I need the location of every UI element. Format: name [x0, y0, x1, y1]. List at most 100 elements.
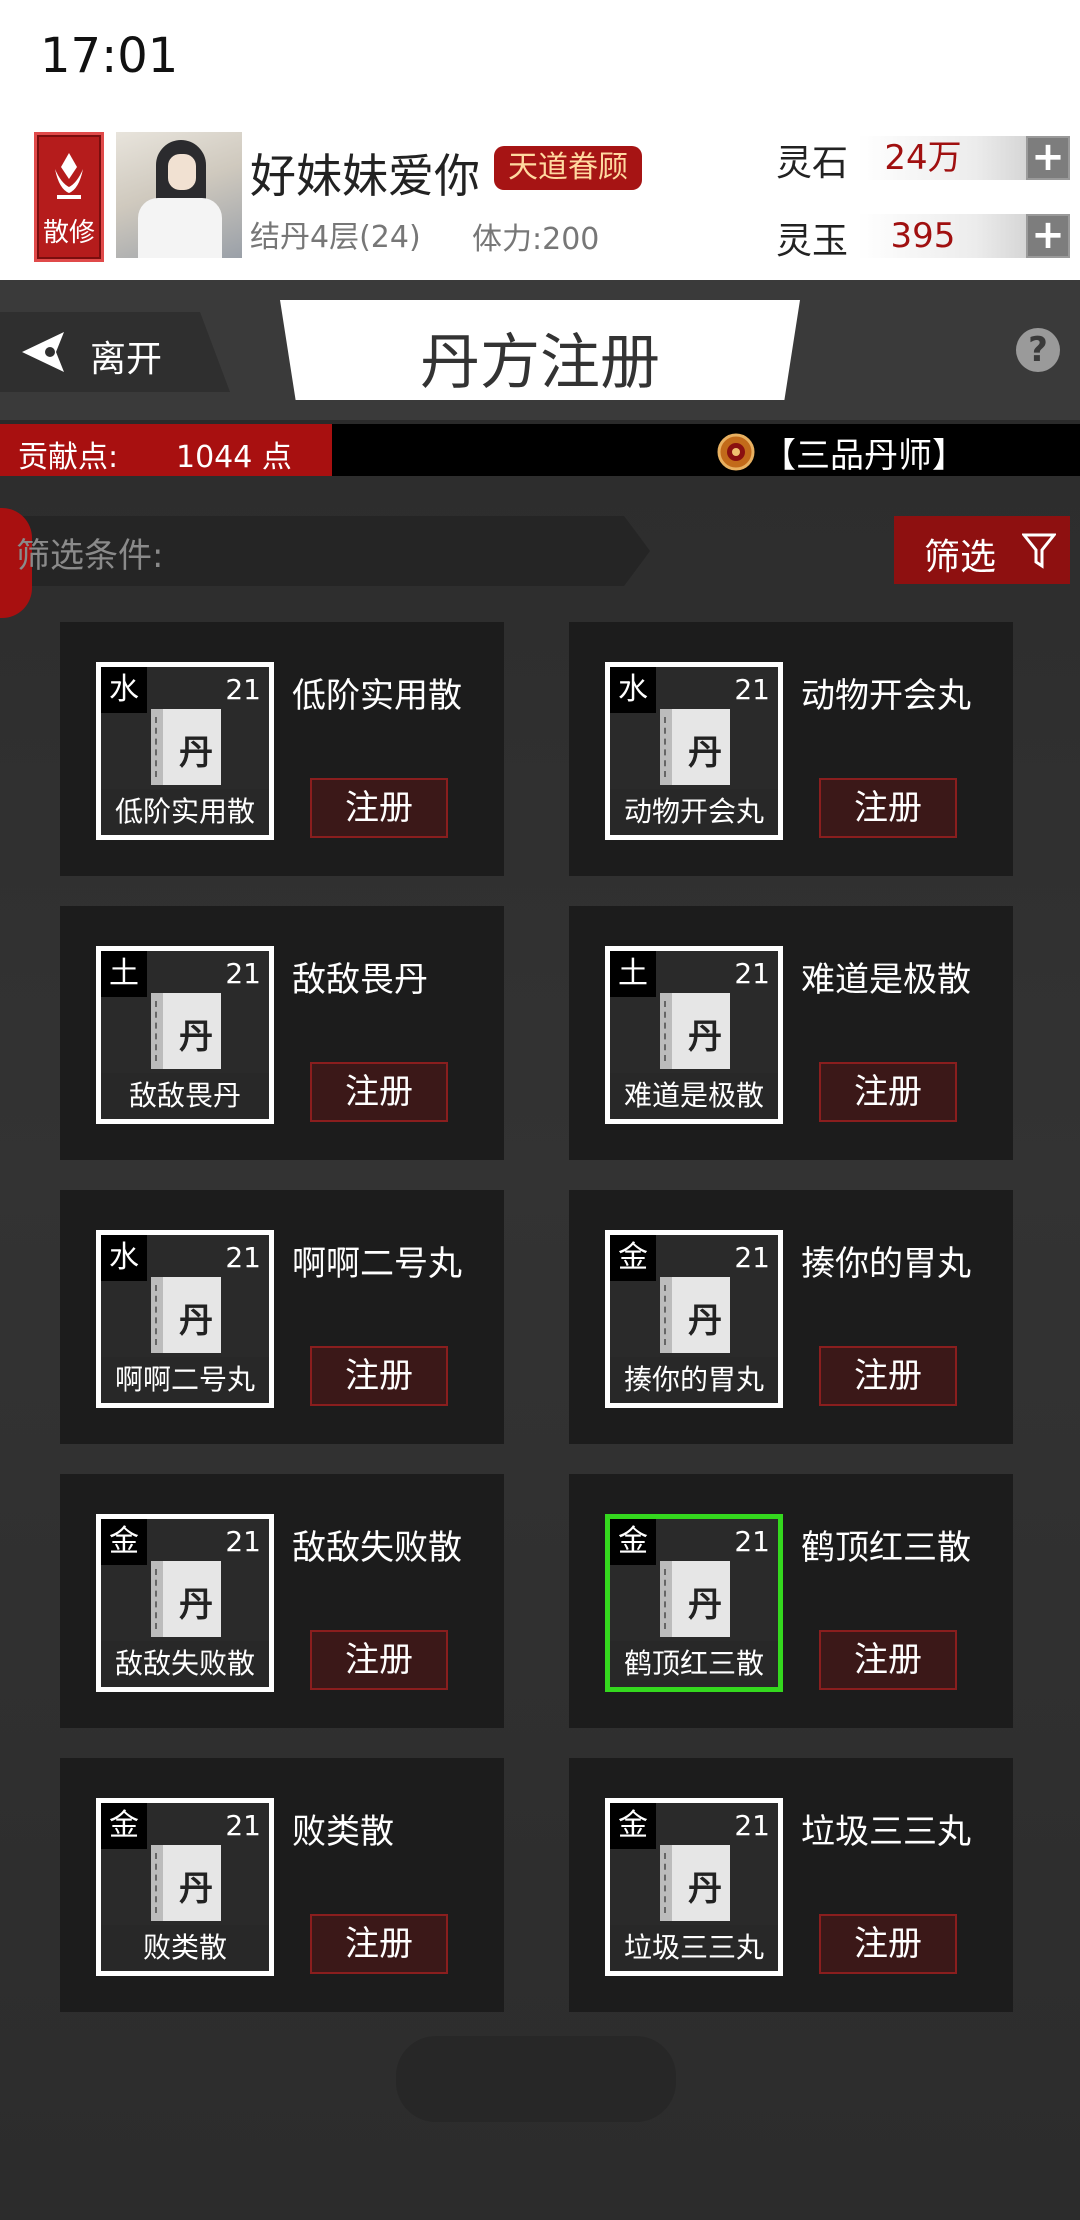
player-header: 散修 好妹妹爱你 天道眷顾 结丹4层(24) 体力:200 灵石 24万 + 灵…: [0, 120, 1080, 280]
recipe-level: 21: [225, 1809, 261, 1842]
element-tag: 金: [101, 1519, 147, 1565]
recipe-icon[interactable]: 水 21 丹低阶实用散: [96, 662, 274, 840]
register-button[interactable]: 注册: [819, 1062, 957, 1122]
realm-level: 结丹4层(24): [250, 220, 421, 255]
player-name: 好妹妹爱你: [250, 149, 480, 203]
register-button[interactable]: 注册: [310, 1630, 448, 1690]
register-button[interactable]: 注册: [819, 778, 957, 838]
spirit-jade-value: 395: [890, 216, 956, 256]
recipe-icon-caption: 难道是极散: [610, 1073, 778, 1119]
element-tag: 水: [101, 1235, 147, 1281]
register-button[interactable]: 注册: [310, 1346, 448, 1406]
rank-medal-icon: [717, 433, 755, 471]
recipe-icon[interactable]: 金 21 丹敌敌失败散: [96, 1514, 274, 1692]
recipe-level: 21: [734, 957, 770, 990]
recipe-icon[interactable]: 土 21 丹敌敌畏丹: [96, 946, 274, 1124]
spirit-jade-value-box: 395: [858, 214, 1026, 258]
register-button[interactable]: 注册: [819, 1630, 957, 1690]
recipe-scroll-icon: 丹: [660, 1277, 730, 1353]
recipe-name: 败类散: [292, 1812, 394, 1852]
recipe-card: 金 21 丹敌敌失败散 敌敌失败散 注册: [60, 1474, 504, 1728]
title-badge: 天道眷顾: [494, 146, 642, 190]
recipe-icon-caption: 揍你的胃丸: [610, 1357, 778, 1403]
recipe-name: 动物开会丸: [801, 676, 971, 716]
recipe-level: 21: [734, 1525, 770, 1558]
recipe-scroll-icon: 丹: [151, 1277, 221, 1353]
contribution-value: 1044 点: [176, 440, 292, 475]
register-button[interactable]: 注册: [819, 1346, 957, 1406]
recipe-icon[interactable]: 金 21 丹败类散: [96, 1798, 274, 1976]
add-spirit-jade-button[interactable]: +: [1026, 214, 1070, 258]
recipe-scroll-icon: 丹: [151, 993, 221, 1069]
contribution-label: 贡献点:: [18, 440, 119, 475]
element-tag: 金: [101, 1803, 147, 1849]
recipe-icon[interactable]: 水 21 丹啊啊二号丸: [96, 1230, 274, 1408]
element-tag: 土: [101, 951, 147, 997]
recipe-card: 水 21 丹动物开会丸 动物开会丸 注册: [569, 622, 1013, 876]
filter-button[interactable]: 筛选: [894, 516, 1070, 584]
add-spirit-stone-button[interactable]: +: [1026, 136, 1070, 180]
sect-badge[interactable]: 散修: [34, 132, 104, 262]
recipe-card: 土 21 丹敌敌畏丹 敌敌畏丹 注册: [60, 906, 504, 1160]
recipe-card: 土 21 丹难道是极散 难道是极散 注册: [569, 906, 1013, 1160]
recipe-card: 金 21 丹揍你的胃丸 揍你的胃丸 注册: [569, 1190, 1013, 1444]
leave-label: 离开: [90, 339, 163, 380]
scroll-char: 丹: [688, 733, 722, 773]
lotus-emblem-icon: [55, 153, 83, 199]
recipe-card: 水 21 丹低阶实用散 低阶实用散 注册: [60, 622, 504, 876]
spirit-stone-value-box: 24万: [858, 136, 1026, 180]
recipe-name: 敌敌畏丹: [292, 960, 428, 1000]
recipe-name: 低阶实用散: [292, 676, 462, 716]
element-tag: 金: [610, 1519, 656, 1565]
funnel-icon: [1022, 533, 1056, 569]
register-button[interactable]: 注册: [310, 778, 448, 838]
recipe-icon[interactable]: 土 21 丹难道是极散: [605, 946, 783, 1124]
scroll-char: 丹: [179, 1869, 213, 1909]
recipe-scroll-icon: 丹: [660, 1845, 730, 1921]
back-arrow-icon: [22, 332, 64, 372]
leave-button[interactable]: 离开: [0, 312, 230, 392]
recipe-icon[interactable]: 金 21 丹鹤顶红三散: [605, 1514, 783, 1692]
recipe-name: 垃圾三三丸: [801, 1812, 971, 1852]
contribution-box: 贡献点: 1044 点: [0, 424, 332, 476]
recipe-level: 21: [225, 957, 261, 990]
scroll-char: 丹: [688, 1301, 722, 1341]
recipe-name: 揍你的胃丸: [801, 1244, 971, 1284]
scroll-char: 丹: [179, 1301, 213, 1341]
filter-condition-label: 筛选条件:: [16, 536, 164, 576]
recipe-name: 难道是极散: [801, 960, 971, 1000]
element-tag: 水: [101, 667, 147, 713]
register-button[interactable]: 注册: [310, 1062, 448, 1122]
main-panel: 筛选条件: 筛选 水 21 丹低阶实用散 低阶实用散 注册水 21 丹动物开会丸 动物开会丸注…: [0, 476, 1080, 2220]
avatar[interactable]: [116, 132, 242, 258]
spirit-jade-label: 灵玉: [776, 221, 849, 262]
recipe-icon-caption: 鹤顶红三散: [610, 1641, 778, 1687]
recipe-scroll-icon: 丹: [151, 709, 221, 785]
page-title: 丹方注册: [420, 328, 660, 398]
recipe-icon-caption: 动物开会丸: [610, 789, 778, 835]
scroll-char: 丹: [179, 1017, 213, 1057]
recipe-icon[interactable]: 水 21 丹动物开会丸: [605, 662, 783, 840]
recipe-card: 金 21 丹败类散 败类散 注册: [60, 1758, 504, 2012]
recipe-icon[interactable]: 金 21 丹揍你的胃丸: [605, 1230, 783, 1408]
sect-label: 散修: [42, 218, 95, 248]
register-button[interactable]: 注册: [819, 1914, 957, 1974]
spirit-stone-value: 24万: [884, 138, 962, 178]
scroll-char: 丹: [688, 1585, 722, 1625]
recipe-card: 金 21 丹垃圾三三丸 垃圾三三丸注册: [569, 1758, 1013, 2012]
stamina: 体力:200: [472, 222, 600, 257]
recipe-icon[interactable]: 金 21 丹垃圾三三丸: [605, 1798, 783, 1976]
scroll-char: 丹: [179, 733, 213, 773]
recipe-scroll-icon: 丹: [151, 1561, 221, 1637]
element-tag: 金: [610, 1803, 656, 1849]
info-bar: 贡献点: 1044 点 【三品丹师】27/800: [0, 424, 1080, 517]
recipe-name: 啊啊二号丸: [292, 1244, 462, 1284]
recipe-level: 21: [225, 1525, 261, 1558]
recipe-scroll-icon: 丹: [660, 709, 730, 785]
recipe-level: 21: [225, 673, 261, 706]
recipe-scroll-icon: 丹: [660, 993, 730, 1069]
help-icon[interactable]: ?: [1016, 328, 1060, 372]
register-button[interactable]: 注册: [310, 1914, 448, 1974]
scroll-char: 丹: [179, 1585, 213, 1625]
status-time: 17:01: [40, 28, 179, 84]
